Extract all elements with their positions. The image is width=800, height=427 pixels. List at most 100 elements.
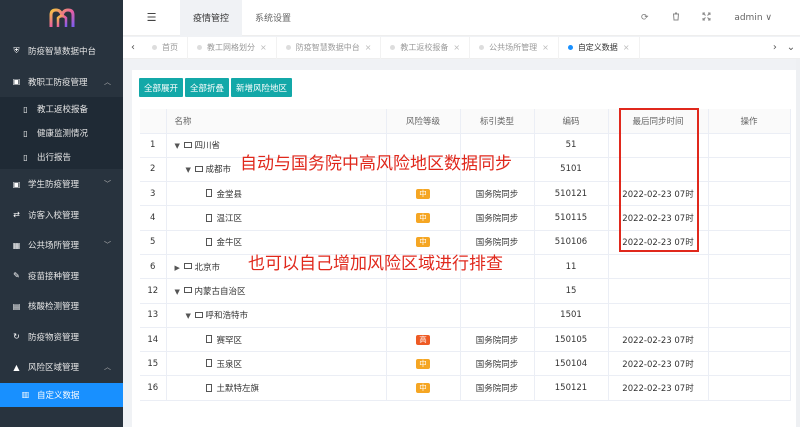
actions-cell: [708, 157, 791, 183]
caret-down-icon[interactable]: ▼: [186, 312, 195, 320]
sidebar-item[interactable]: ▣ 学生防疫管理 ﹀: [0, 169, 123, 200]
tab-dot: [152, 45, 157, 50]
sidebar-item[interactable]: ▤ 核酸检测管理: [0, 291, 123, 322]
sidebar-item-label: 疫苗接种管理: [28, 271, 80, 282]
close-icon[interactable]: ×: [365, 43, 372, 52]
row-index: 1: [140, 133, 167, 158]
risk-level-badge: 中: [416, 188, 430, 199]
visited-tab-label: 教工网格划分: [207, 43, 255, 52]
row-index: 5: [140, 230, 167, 255]
actions-cell: [708, 133, 791, 158]
name-cell: 温江区: [166, 205, 387, 231]
sidebar: ⛨ 防疫智慧数据中台 ▣ 教职工防疫管理 ︿ ▯ 教工返校报备 ▯ 健康监测情况 ▯ 出行报告 ▣ 学生…: [0, 0, 123, 427]
col-index-header: [140, 109, 167, 134]
sidebar-item[interactable]: ▣ 教职工防疫管理 ︿: [0, 67, 123, 98]
table-row[interactable]: 12 ▼ 内蒙古自治区 15: [140, 278, 791, 304]
row-index: 12: [140, 278, 167, 304]
close-icon[interactable]: ×: [542, 43, 549, 52]
table-row[interactable]: 13 ▼ 呼和浩特市 1501: [140, 303, 791, 328]
area-name: 温江区: [216, 214, 243, 225]
caret-right-icon[interactable]: ▶: [175, 264, 184, 272]
top-header: ☰ 疫情管控 系统设置 ⟳ admin ∨: [123, 0, 800, 36]
file-icon: [205, 359, 212, 368]
risk-cell: 中: [386, 205, 461, 231]
sidebar-item[interactable]: ✎ 疫苗接种管理: [0, 261, 123, 292]
sidebar-item[interactable]: ⛨ 防疫智慧数据中台: [0, 36, 123, 67]
visited-tab[interactable]: 自定义数据 ×: [559, 36, 640, 59]
sidebar-item[interactable]: ▯ 健康监测情况: [0, 121, 123, 145]
briefcase-icon: ▣: [12, 77, 21, 87]
visited-tab[interactable]: 教工返校报备 ×: [381, 36, 471, 59]
actions-cell: [708, 303, 791, 328]
refresh-icon: ↻: [13, 332, 20, 342]
caret-down-icon[interactable]: ▼: [175, 288, 184, 296]
sidebar-item[interactable]: ▦ 公共场所管理 ﹀: [0, 230, 123, 261]
visited-tab[interactable]: 教工网格划分 ×: [188, 36, 277, 59]
sync-type-cell: [460, 278, 535, 304]
visited-tab[interactable]: 公共场所管理 ×: [470, 36, 559, 59]
area-name: 赛罕区: [216, 335, 243, 346]
sidebar-item-label: 访客入校管理: [28, 210, 80, 221]
actions-cell: [708, 205, 791, 231]
sidebar-item[interactable]: ▯ 出行报告: [0, 145, 123, 169]
tab-dot: [390, 45, 396, 50]
app-logo[interactable]: [0, 0, 123, 36]
tab-epidemic-control[interactable]: 疫情管控: [180, 0, 243, 36]
visited-tab[interactable]: 防疫智慧数据中台 ×: [277, 36, 382, 59]
sync-type-cell: 国务院同步: [460, 351, 535, 377]
close-icon[interactable]: ×: [260, 43, 267, 52]
sidebar-item[interactable]: ⇄ 访客入校管理: [0, 200, 123, 231]
page-scrollbar[interactable]: [796, 59, 800, 427]
code-cell: 1501: [534, 303, 609, 328]
sidebar-item[interactable]: ▯ 教工返校报备: [0, 97, 123, 121]
actions-cell: [708, 351, 791, 377]
sidebar-item[interactable]: ▥ 自定义数据: [0, 382, 123, 407]
expand-all-button[interactable]: 全部展开: [139, 78, 184, 97]
file-icon: [205, 237, 212, 246]
add-risk-area-button[interactable]: 新增风险地区: [231, 78, 293, 97]
sidebar-item[interactable]: ↻ 防疫物资管理: [0, 322, 123, 353]
caret-down-icon[interactable]: ▼: [186, 166, 195, 174]
fullscreen-icon[interactable]: [691, 12, 722, 24]
table-toolbar: 全部展开 全部折叠 新增风险地区: [139, 78, 293, 97]
area-name: 金堂县: [216, 189, 243, 200]
scroll-left-icon[interactable]: ‹: [123, 42, 143, 53]
risk-level-badge: 中: [416, 358, 430, 369]
row-index: 16: [140, 375, 167, 401]
sidebar-item-label: 公共场所管理: [28, 241, 80, 252]
collapse-all-button[interactable]: 全部折叠: [185, 78, 230, 97]
scroll-right-icon[interactable]: ›: [773, 42, 777, 53]
trash-icon[interactable]: [660, 12, 691, 24]
area-name: 土默特左旗: [216, 384, 260, 395]
row-index: 6: [140, 254, 167, 280]
close-icon[interactable]: ×: [453, 43, 460, 52]
user-menu[interactable]: admin ∨: [734, 13, 772, 23]
dropdown-icon[interactable]: ⌄: [787, 42, 795, 53]
area-name: 呼和浩特市: [205, 311, 249, 322]
col-code-header: 编码: [534, 109, 609, 134]
sync-time-cell: [608, 278, 709, 304]
row-index: 2: [140, 157, 167, 183]
risk-cell: 中: [386, 375, 461, 401]
table-row[interactable]: 16 土默特左旗 中 国务院同步 150121 2022-02-23 07时: [140, 375, 791, 401]
code-cell: 150105: [534, 327, 609, 353]
col-index-type-header: 标引类型: [460, 109, 535, 134]
risk-level-badge: 中: [416, 213, 430, 224]
caret-down-icon[interactable]: ▼: [175, 142, 184, 150]
risk-cell: [386, 278, 461, 304]
refresh-icon[interactable]: ⟳: [629, 13, 660, 23]
sync-time-cell: [608, 254, 709, 280]
close-icon[interactable]: ×: [623, 43, 630, 52]
table-row[interactable]: 14 赛罕区 高 国务院同步 150105 2022-02-23 07时: [140, 327, 791, 353]
visited-tab[interactable]: 首页: [143, 36, 188, 59]
risk-level-badge: 中: [416, 383, 430, 394]
row-index: 3: [140, 181, 167, 207]
menu-toggle-icon[interactable]: ☰: [123, 11, 180, 24]
name-cell: ▼ 内蒙古自治区: [166, 278, 387, 304]
tab-system-settings[interactable]: 系统设置: [242, 0, 304, 36]
table-row[interactable]: 15 玉泉区 中 国务院同步 150104 2022-02-23 07时: [140, 351, 791, 377]
file-icon: [205, 189, 212, 198]
sidebar-item-label: 出行报告: [37, 153, 72, 163]
sidebar-item[interactable]: ▲ 风险区域管理 ︿: [0, 352, 123, 383]
folder-icon: [183, 141, 192, 148]
